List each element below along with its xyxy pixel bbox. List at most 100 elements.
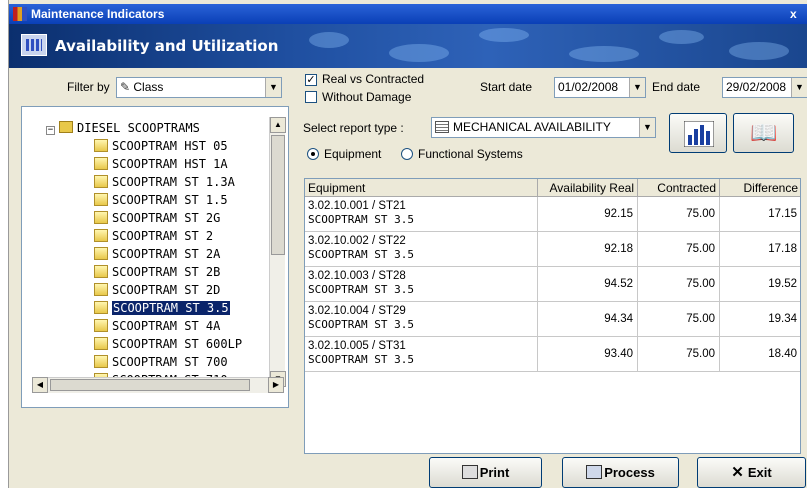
equipment-name: SCOOPTRAM ST 3.5	[308, 248, 414, 261]
tree-item-label: SCOOPTRAM ST 2	[112, 229, 214, 243]
item-icon	[94, 283, 108, 296]
tree-item[interactable]: SCOOPTRAM ST 2G	[94, 209, 220, 227]
item-icon	[94, 301, 108, 314]
tree-root[interactable]: − DIESEL SCOOPTRAMS	[46, 119, 200, 137]
item-icon	[94, 265, 108, 278]
tree-item[interactable]: SCOOPTRAM ST 2D	[94, 281, 220, 299]
tree-vertical-scrollbar[interactable]: ▲ ▼	[269, 117, 286, 387]
report-icon	[435, 121, 449, 133]
tree-item[interactable]: SCOOPTRAM ST 700	[94, 353, 228, 371]
class-tree[interactable]: − DIESEL SCOOPTRAMS SCOOPTRAM HST 05 SCOOP…	[21, 106, 289, 408]
tree-item[interactable]: SCOOPTRAM ST 600LP	[94, 335, 242, 353]
without-damage-checkbox[interactable]	[305, 91, 317, 103]
equipment-code: 3.02.10.005 / ST31	[308, 340, 406, 352]
table-row[interactable]: 3.02.10.004 / ST29 SCOOPTRAM ST 3.5 94.34 7…	[305, 302, 800, 337]
table-row[interactable]: 3.02.10.002 / ST22 SCOOPTRAM ST 3.5 92.18 7…	[305, 232, 800, 267]
process-button[interactable]: Process	[562, 457, 679, 488]
difference-cell: 19.52	[720, 267, 800, 302]
column-header-equipment[interactable]: Equipment	[305, 179, 538, 197]
bubble-decoration	[389, 44, 449, 62]
tree-item[interactable]: SCOOPTRAM ST 4A	[94, 317, 220, 335]
print-button[interactable]: Print	[429, 457, 542, 488]
scroll-thumb[interactable]	[271, 135, 285, 255]
item-icon	[94, 247, 108, 260]
tree-item-label: SCOOPTRAM ST 2D	[112, 283, 221, 297]
end-date-picker[interactable]: 29/02/2008 ▼	[722, 77, 807, 98]
report-type-label: Select report type :	[303, 121, 404, 135]
real-vs-contracted-checkbox[interactable]: ✓	[305, 74, 317, 86]
contracted-cell: 75.00	[638, 267, 720, 302]
bubble-decoration	[309, 32, 349, 48]
tree-item-label: SCOOPTRAM ST 3.5	[111, 300, 231, 316]
printer-icon	[461, 465, 478, 479]
table-row[interactable]: 3.02.10.005 / ST31 SCOOPTRAM ST 3.5 93.40 7…	[305, 337, 800, 372]
print-button-label: Print	[479, 465, 510, 480]
column-header-availability-real[interactable]: Availability Real	[538, 179, 638, 197]
tree-item-label: SCOOPTRAM ST 4A	[112, 319, 221, 333]
chevron-down-icon[interactable]: ▼	[639, 118, 655, 137]
equipment-radio-label: Equipment	[324, 147, 382, 161]
tree-item-label: SCOOPTRAM ST 1.3A	[112, 175, 235, 189]
functional-systems-radio-label: Functional Systems	[418, 147, 523, 161]
chevron-down-icon[interactable]: ▼	[629, 78, 645, 97]
results-table[interactable]: Equipment Availability Real Contracted D…	[304, 178, 801, 454]
tree-item[interactable]: SCOOPTRAM HST 05	[94, 137, 228, 155]
difference-cell: 18.40	[720, 337, 800, 372]
chevron-down-icon[interactable]: ▼	[791, 78, 807, 97]
collapse-icon[interactable]: −	[46, 126, 55, 135]
scroll-right-icon[interactable]: ▶	[268, 377, 284, 393]
start-date-value: 01/02/2008	[558, 80, 619, 94]
difference-cell: 19.34	[720, 302, 800, 337]
availability-real-cell: 94.52	[538, 267, 638, 302]
tree-item[interactable]: SCOOPTRAM ST 2A	[94, 245, 220, 263]
equipment-code: 3.02.10.002 / ST22	[308, 235, 406, 247]
filter-value: Class	[133, 80, 164, 94]
equipment-radio[interactable]	[307, 148, 319, 160]
item-icon	[94, 229, 108, 242]
column-header-contracted[interactable]: Contracted	[638, 179, 720, 197]
difference-cell: 17.15	[720, 197, 800, 232]
functional-systems-radio[interactable]	[401, 148, 413, 160]
bubble-decoration	[659, 30, 704, 44]
chart-button[interactable]	[669, 113, 727, 153]
exit-button-label: Exit	[747, 465, 772, 480]
report-type-select[interactable]: MECHANICAL AVAILABILITY ▼	[431, 117, 656, 138]
report-type-value: MECHANICAL AVAILABILITY	[453, 120, 611, 134]
tree-item[interactable]: SCOOPTRAM ST 2	[94, 227, 213, 245]
table-row[interactable]: 3.02.10.001 / ST21 SCOOPTRAM ST 3.5 92.15 7…	[305, 197, 800, 232]
equipment-cell: 3.02.10.005 / ST31 SCOOPTRAM ST 3.5	[305, 337, 538, 372]
start-date-picker[interactable]: 01/02/2008 ▼	[554, 77, 646, 98]
tree-item[interactable]: SCOOPTRAM ST 2B	[94, 263, 220, 281]
equipment-cell: 3.02.10.004 / ST29 SCOOPTRAM ST 3.5	[305, 302, 538, 337]
difference-cell: 17.18	[720, 232, 800, 267]
equipment-name: SCOOPTRAM ST 3.5	[308, 318, 414, 331]
scroll-up-icon[interactable]: ▲	[270, 117, 286, 133]
tree-item[interactable]: SCOOPTRAM ST 3.5	[94, 299, 231, 317]
pencil-icon: ✎	[120, 80, 134, 94]
tree-item-label: SCOOPTRAM ST 1.5	[112, 193, 228, 207]
chevron-down-icon[interactable]: ▼	[265, 78, 281, 97]
tree-horizontal-scrollbar[interactable]: ◀ ▶	[32, 377, 284, 393]
bubble-decoration	[479, 28, 529, 42]
tree-item[interactable]: SCOOPTRAM ST 1.5	[94, 191, 228, 209]
equipment-name: SCOOPTRAM ST 3.5	[308, 213, 414, 226]
availability-real-cell: 94.34	[538, 302, 638, 337]
equipment-name: SCOOPTRAM ST 3.5	[308, 283, 414, 296]
filter-select[interactable]: ✎ Class ▼	[116, 77, 282, 98]
tree-item-label: SCOOPTRAM ST 2G	[112, 211, 221, 225]
app-window: Maintenance Indicators x Availability an…	[8, 0, 807, 488]
book-button[interactable]: 📖	[733, 113, 794, 153]
close-icon[interactable]: x	[790, 4, 804, 24]
contracted-cell: 75.00	[638, 232, 720, 267]
tree-item[interactable]: SCOOPTRAM ST 1.3A	[94, 173, 235, 191]
scroll-left-icon[interactable]: ◀	[32, 377, 48, 393]
item-icon	[94, 175, 108, 188]
exit-button[interactable]: ✕ Exit	[697, 457, 806, 488]
item-icon	[94, 355, 108, 368]
scroll-thumb[interactable]	[50, 379, 250, 391]
real-vs-contracted-label: Real vs Contracted	[322, 72, 425, 86]
tree-item[interactable]: SCOOPTRAM HST 1A	[94, 155, 228, 173]
item-icon	[94, 319, 108, 332]
column-header-difference[interactable]: Difference	[720, 179, 800, 197]
table-row[interactable]: 3.02.10.003 / ST28 SCOOPTRAM ST 3.5 94.52 7…	[305, 267, 800, 302]
